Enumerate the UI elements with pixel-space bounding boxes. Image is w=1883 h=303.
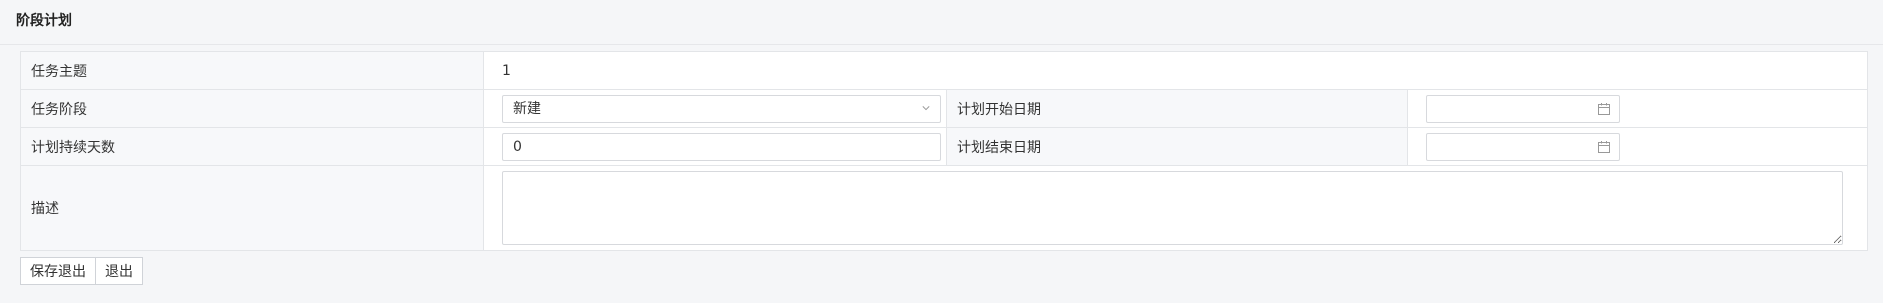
description-label: 描述 bbox=[20, 165, 484, 251]
plan-duration-input[interactable] bbox=[502, 132, 941, 161]
task-stage-selected: 新建 bbox=[513, 100, 541, 117]
task-stage-select[interactable]: 新建 bbox=[502, 94, 941, 123]
plan-duration-label: 计划持续天数 bbox=[20, 127, 484, 166]
panel-title: 阶段计划 bbox=[0, 0, 1883, 45]
task-subject-label: 任务主题 bbox=[20, 51, 484, 90]
task-subject-value: 1 bbox=[502, 62, 511, 79]
plan-start-input[interactable] bbox=[1427, 95, 1593, 122]
form-table: 任务主题 1 任务阶段 新建 计划开始日期 计划持续天数 0 计划结束日期 描述 bbox=[20, 51, 1869, 251]
exit-button[interactable]: 退出 bbox=[95, 257, 143, 285]
plan-start-date[interactable] bbox=[1426, 94, 1620, 123]
task-stage-label: 任务阶段 bbox=[20, 89, 484, 128]
calendar-icon[interactable] bbox=[1597, 140, 1611, 154]
stage-plan-form: 任务主题 1 任务阶段 新建 计划开始日期 计划持续天数 0 计划结束日期 描述 bbox=[20, 51, 1869, 251]
calendar-icon[interactable] bbox=[1597, 102, 1611, 116]
description-textarea[interactable] bbox=[502, 171, 1843, 245]
plan-end-input[interactable] bbox=[1427, 133, 1593, 160]
plan-start-label: 计划开始日期 bbox=[946, 89, 1408, 128]
chevron-down-icon bbox=[922, 105, 930, 110]
plan-end-date[interactable] bbox=[1426, 132, 1620, 161]
plan-end-label: 计划结束日期 bbox=[946, 127, 1408, 166]
action-buttons: 保存退出 退出 bbox=[20, 257, 143, 285]
save-exit-button[interactable]: 保存退出 bbox=[20, 257, 96, 285]
